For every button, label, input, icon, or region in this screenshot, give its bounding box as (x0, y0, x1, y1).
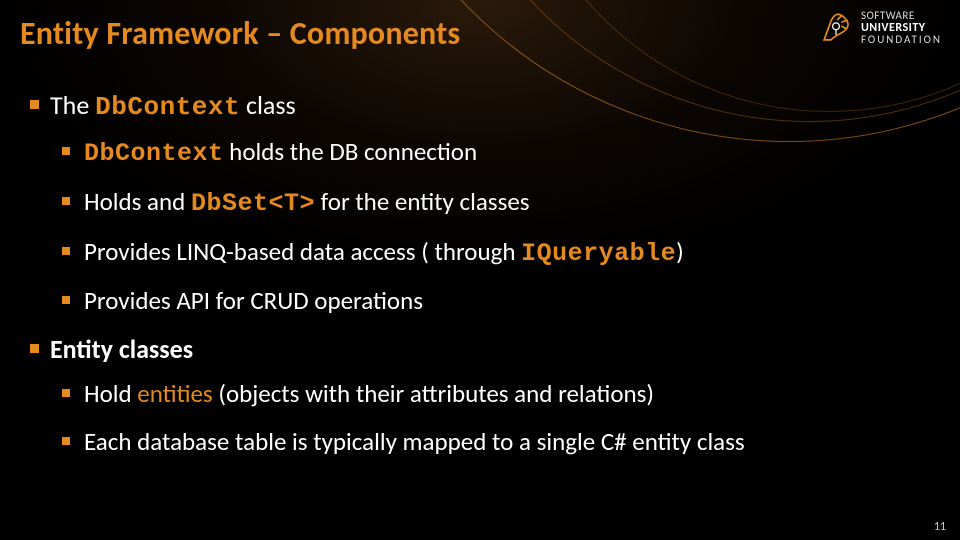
text-bold: Entity classes (50, 333, 193, 365)
text: class (240, 89, 296, 121)
code-text: IQueryable (521, 239, 676, 268)
list-item: The DbContext class DbContext holds the … (28, 88, 932, 318)
lightbulb-icon (819, 11, 853, 45)
code-text: DbContext (84, 139, 224, 168)
text: Each database table is typically mapped … (84, 426, 745, 457)
text: Provides LINQ-based data access ( throug… (84, 236, 521, 267)
text: for the entity classes (315, 186, 530, 217)
text: holds the DB connection (224, 136, 478, 167)
text: Provides API for CRUD operations (84, 285, 423, 316)
list-item: Provides API for CRUD operations (62, 284, 932, 318)
text: Holds and (84, 186, 191, 217)
list-item: Holds and DbSet<T> for the entity classe… (62, 185, 932, 221)
list-item: Entity classes Hold entities (objects wi… (28, 332, 932, 459)
logo: SOFTWARE UNIVERSITY FOUNDATION (819, 10, 942, 46)
list-item: Each database table is typically mapped … (62, 425, 932, 459)
text: The (50, 89, 95, 121)
content-body: The DbContext class DbContext holds the … (28, 88, 932, 473)
text: Hold (84, 378, 137, 409)
text: (objects with their attributes and relat… (213, 378, 654, 409)
logo-line1: SOFTWARE (861, 10, 942, 22)
list-item: Hold entities (objects with their attrib… (62, 377, 932, 411)
text: ) (676, 236, 684, 267)
list-item: DbContext holds the DB connection (62, 135, 932, 171)
text-accent: entities (137, 378, 212, 409)
logo-text: SOFTWARE UNIVERSITY FOUNDATION (861, 10, 942, 46)
page-number: 11 (934, 520, 946, 534)
list-item: Provides LINQ-based data access ( throug… (62, 235, 932, 271)
slide-title: Entity Framework – Components (20, 14, 460, 53)
logo-line3: FOUNDATION (861, 34, 942, 46)
code-text: DbContext (95, 92, 240, 122)
code-text: DbSet<T> (191, 189, 315, 218)
slide: Entity Framework – Components SOFTWARE U… (0, 0, 960, 540)
